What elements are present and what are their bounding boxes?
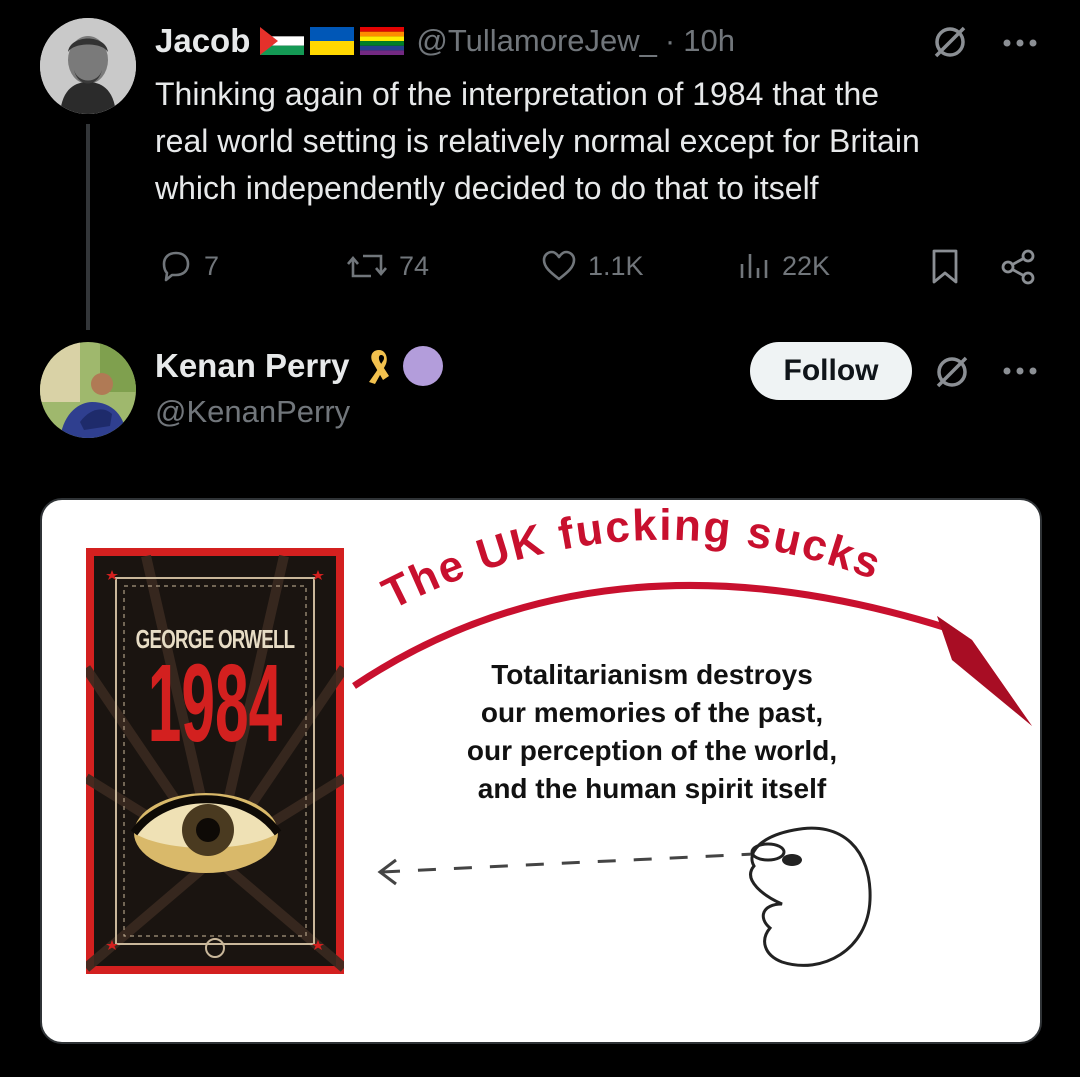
avatar-kenan-perry[interactable] <box>40 342 136 438</box>
repost-count: 74 <box>399 250 430 281</box>
repost-button[interactable]: 74 <box>345 248 429 284</box>
more-icon[interactable] <box>1000 36 1040 48</box>
tweet-text-line: real world setting is relatively normal … <box>155 123 920 159</box>
ukraine-flag-icon <box>310 27 355 55</box>
share-icon[interactable] <box>998 248 1038 286</box>
repost-icon <box>347 254 387 278</box>
avatar-jacob[interactable] <box>40 18 136 114</box>
dashed-arrow-and-face <box>377 826 872 967</box>
rainbow-flag-icon <box>360 27 405 55</box>
ribbon-icon <box>363 346 395 386</box>
portrait-image <box>40 18 136 114</box>
grok-icon[interactable] <box>930 22 970 62</box>
views-icon <box>740 254 768 278</box>
reply-icon <box>162 251 190 282</box>
tweet1-header: Jacob @TullamoreJew_ · 10h <box>155 22 735 60</box>
follow-button[interactable]: Follow <box>750 342 912 400</box>
circle-badge-icon <box>403 346 444 386</box>
author-name[interactable]: Jacob <box>155 22 250 60</box>
thread-connector <box>86 124 90 330</box>
more-icon[interactable] <box>1000 364 1040 376</box>
author-handle[interactable]: @TullamoreJew_ <box>416 23 657 59</box>
grok-icon[interactable] <box>932 352 972 392</box>
like-button[interactable]: 1.1K <box>540 248 644 284</box>
like-icon <box>542 250 576 281</box>
tweet-text-line: Thinking again of the interpretation of … <box>155 76 880 112</box>
attached-image[interactable]: GEORGE ORWELL 1984 The UK fucking sucks … <box>40 498 1042 1044</box>
tweet2-header: Kenan Perry <box>155 346 444 386</box>
profile-photo <box>40 342 136 438</box>
author-name[interactable]: Kenan Perry <box>155 347 349 385</box>
views-count: 22K <box>782 250 831 281</box>
author-handle[interactable]: @KenanPerry <box>155 394 350 430</box>
tweet1-text: Thinking again of the interpretation of … <box>155 71 1055 212</box>
reply-button[interactable]: 7 <box>158 248 219 284</box>
reply-count: 7 <box>204 250 220 281</box>
views-button[interactable]: 22K <box>736 248 830 284</box>
tweet-text-line: which independently decided to do that t… <box>155 170 819 206</box>
like-count: 1.1K <box>588 250 644 281</box>
bookmark-icon[interactable] <box>928 248 962 286</box>
dot-separator: · <box>664 23 676 58</box>
palestine-flag-icon <box>260 27 305 55</box>
timestamp[interactable]: 10h <box>683 23 735 59</box>
